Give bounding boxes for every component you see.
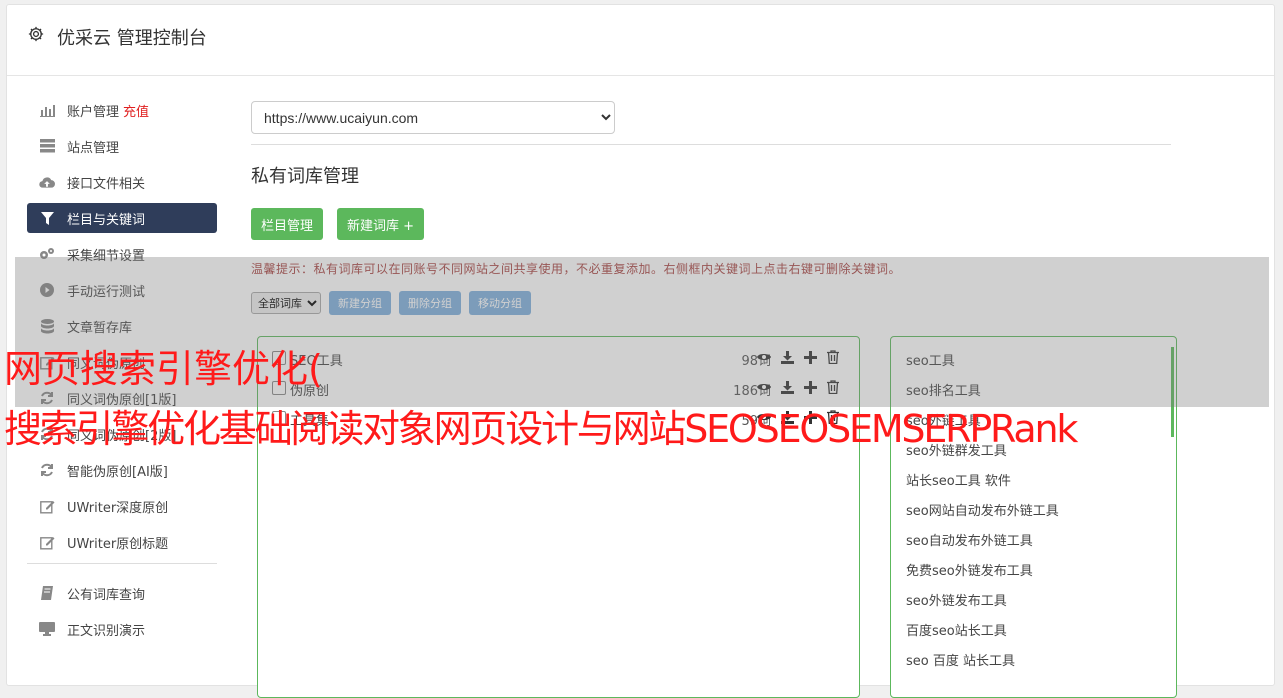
- bar-chart-icon: [39, 102, 55, 118]
- gear-icon: [28, 26, 44, 42]
- monitor-icon: [39, 621, 55, 637]
- keyword-item[interactable]: seo外链发布工具: [891, 587, 1176, 617]
- sidebar-item-ai-rewrite[interactable]: 智能伪原创[AI版]: [27, 455, 217, 485]
- sidebar-item-label: UWriter原创标题: [67, 536, 169, 552]
- keyword-item[interactable]: 免费seo外链发布工具: [891, 557, 1176, 587]
- sidebar-item-label: 站点管理: [67, 140, 120, 156]
- section-title: 私有词库管理: [251, 166, 359, 187]
- divider: [251, 144, 1171, 145]
- refresh-icon: [39, 462, 55, 478]
- sidebar-item-label: UWriter深度原创: [67, 500, 169, 516]
- sidebar-item-account[interactable]: 账户管理 充值: [27, 95, 217, 125]
- cloud-upload-icon: [39, 174, 55, 190]
- new-library-button[interactable]: 新建词库 +: [337, 208, 425, 240]
- keyword-item[interactable]: 站长seo工具 软件: [891, 467, 1176, 497]
- sidebar-item-uwriter-title[interactable]: UWriter原创标题: [27, 527, 217, 557]
- keyword-item[interactable]: seo 百度 站长工具: [891, 647, 1176, 677]
- overlay-subheadline: 搜索引擎优化基础阅读对象网页设计与网站SEOSEOSEMSERPRank: [4, 407, 1078, 451]
- server-icon: [39, 138, 55, 154]
- sidebar-item-label: 接口文件相关: [67, 176, 146, 192]
- keyword-item[interactable]: seo网站自动发布外链工具: [891, 497, 1176, 527]
- sidebar-item-label: 正文识别演示: [67, 623, 146, 639]
- sidebar-item-label: 公有词库查询: [67, 587, 146, 603]
- sidebar-divider: [27, 563, 217, 564]
- sidebar-item-label: 账户管理: [67, 104, 120, 120]
- site-select[interactable]: https://www.ucaiyun.com: [251, 101, 615, 134]
- keyword-item[interactable]: 百度seo站长工具: [891, 617, 1176, 647]
- edit-icon: [39, 498, 55, 514]
- sidebar-item-label: 栏目与关键词: [67, 212, 146, 228]
- page-title: 优采云 管理控制台: [57, 28, 207, 49]
- sidebar-item-sites[interactable]: 站点管理: [27, 131, 217, 161]
- sidebar-item-text-recognition[interactable]: 正文识别演示: [27, 614, 217, 644]
- keyword-item[interactable]: seo自动发布外链工具: [891, 527, 1176, 557]
- edit-icon: [39, 534, 55, 550]
- sidebar-item-label: 智能伪原创[AI版]: [67, 464, 168, 480]
- filter-icon: [39, 210, 55, 226]
- book-icon: [39, 585, 55, 601]
- column-management-button[interactable]: 栏目管理: [251, 208, 324, 240]
- sidebar-item-public-library[interactable]: 公有词库查询: [27, 578, 217, 608]
- sidebar-item-columns-keywords[interactable]: 栏目与关键词: [27, 203, 217, 233]
- overlay-headline: 网页搜索引擎优化(: [4, 347, 323, 391]
- header: 优采云 管理控制台: [7, 5, 1274, 76]
- sidebar-item-uwriter-deep[interactable]: UWriter深度原创: [27, 491, 217, 521]
- sidebar-item-interface[interactable]: 接口文件相关: [27, 167, 217, 197]
- recharge-link[interactable]: 充值: [123, 101, 149, 120]
